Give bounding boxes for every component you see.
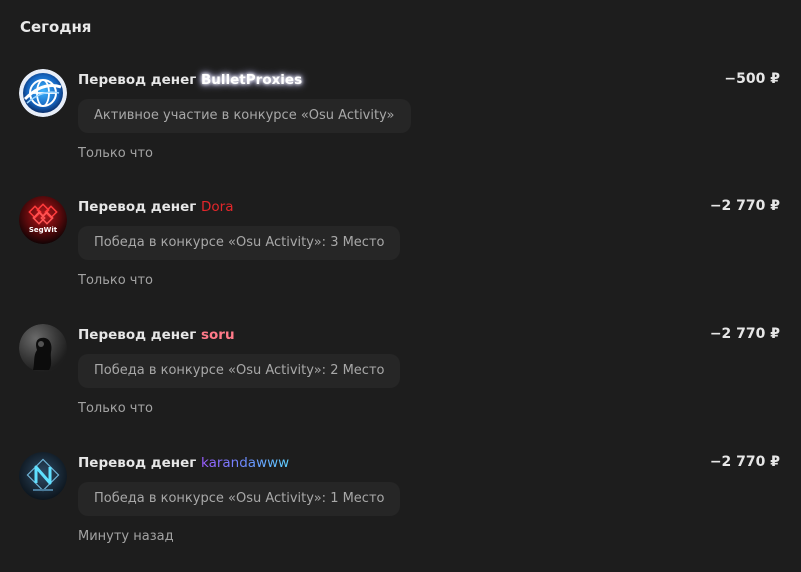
transaction-time: Минуту назад [78, 529, 174, 544]
avatar[interactable]: SegWit [19, 196, 67, 244]
transaction-time: Только что [78, 273, 154, 288]
transaction-comment: Активное участие в конкурсе «Osu Activit… [78, 99, 411, 133]
globe-logo-icon [19, 69, 67, 117]
transaction-item[interactable]: SegWit Перевод денег Dora −2 770 ₽ Побед… [0, 196, 801, 316]
avatar[interactable] [19, 324, 67, 372]
dark-photo-avatar-icon [19, 324, 67, 372]
avatar[interactable] [19, 69, 67, 117]
transaction-title: Перевод денег karandawww [78, 455, 289, 471]
section-title: Сегодня [20, 18, 92, 36]
avatar-logo-text: SegWit [29, 226, 58, 234]
transaction-title-prefix: Перевод денег [78, 72, 197, 88]
transaction-title-prefix: Перевод денег [78, 455, 197, 471]
transaction-time: Только что [78, 401, 154, 416]
transaction-amount: −2 770 ₽ [709, 198, 780, 214]
transaction-comment: Победа в конкурсе «Osu Activity»: 3 Мест… [78, 226, 401, 260]
transaction-title-prefix: Перевод денег [78, 327, 197, 343]
transaction-comment: Победа в конкурсе «Osu Activity»: 2 Мест… [78, 354, 401, 388]
avatar[interactable] [19, 452, 67, 500]
transaction-title: Перевод денег Dora [78, 199, 233, 215]
recipient-username[interactable]: Dora [201, 199, 233, 215]
transaction-amount: −2 770 ₽ [709, 454, 780, 470]
transaction-title-prefix: Перевод денег [78, 199, 197, 215]
transaction-item[interactable]: Перевод денег soru −2 770 ₽ Победа в кон… [0, 324, 801, 444]
transaction-item[interactable]: Перевод денег BulletProxies −500 ₽ Актив… [0, 69, 801, 189]
transaction-item[interactable]: Перевод денег karandawww −2 770 ₽ Победа… [0, 452, 801, 572]
transaction-title: Перевод денег BulletProxies [78, 72, 302, 88]
transaction-comment: Победа в конкурсе «Osu Activity»: 1 Мест… [78, 482, 401, 516]
transaction-title: Перевод денег soru [78, 327, 235, 343]
recipient-username[interactable]: BulletProxies [201, 72, 302, 88]
n-logo-avatar-icon [19, 452, 67, 500]
transaction-amount: −2 770 ₽ [709, 326, 780, 342]
recipient-username[interactable]: karandawww [201, 455, 289, 471]
recipient-username[interactable]: soru [201, 327, 235, 343]
segwit-logo-icon: SegWit [19, 196, 67, 244]
transaction-time: Только что [78, 146, 154, 161]
transaction-amount: −500 ₽ [724, 71, 780, 87]
